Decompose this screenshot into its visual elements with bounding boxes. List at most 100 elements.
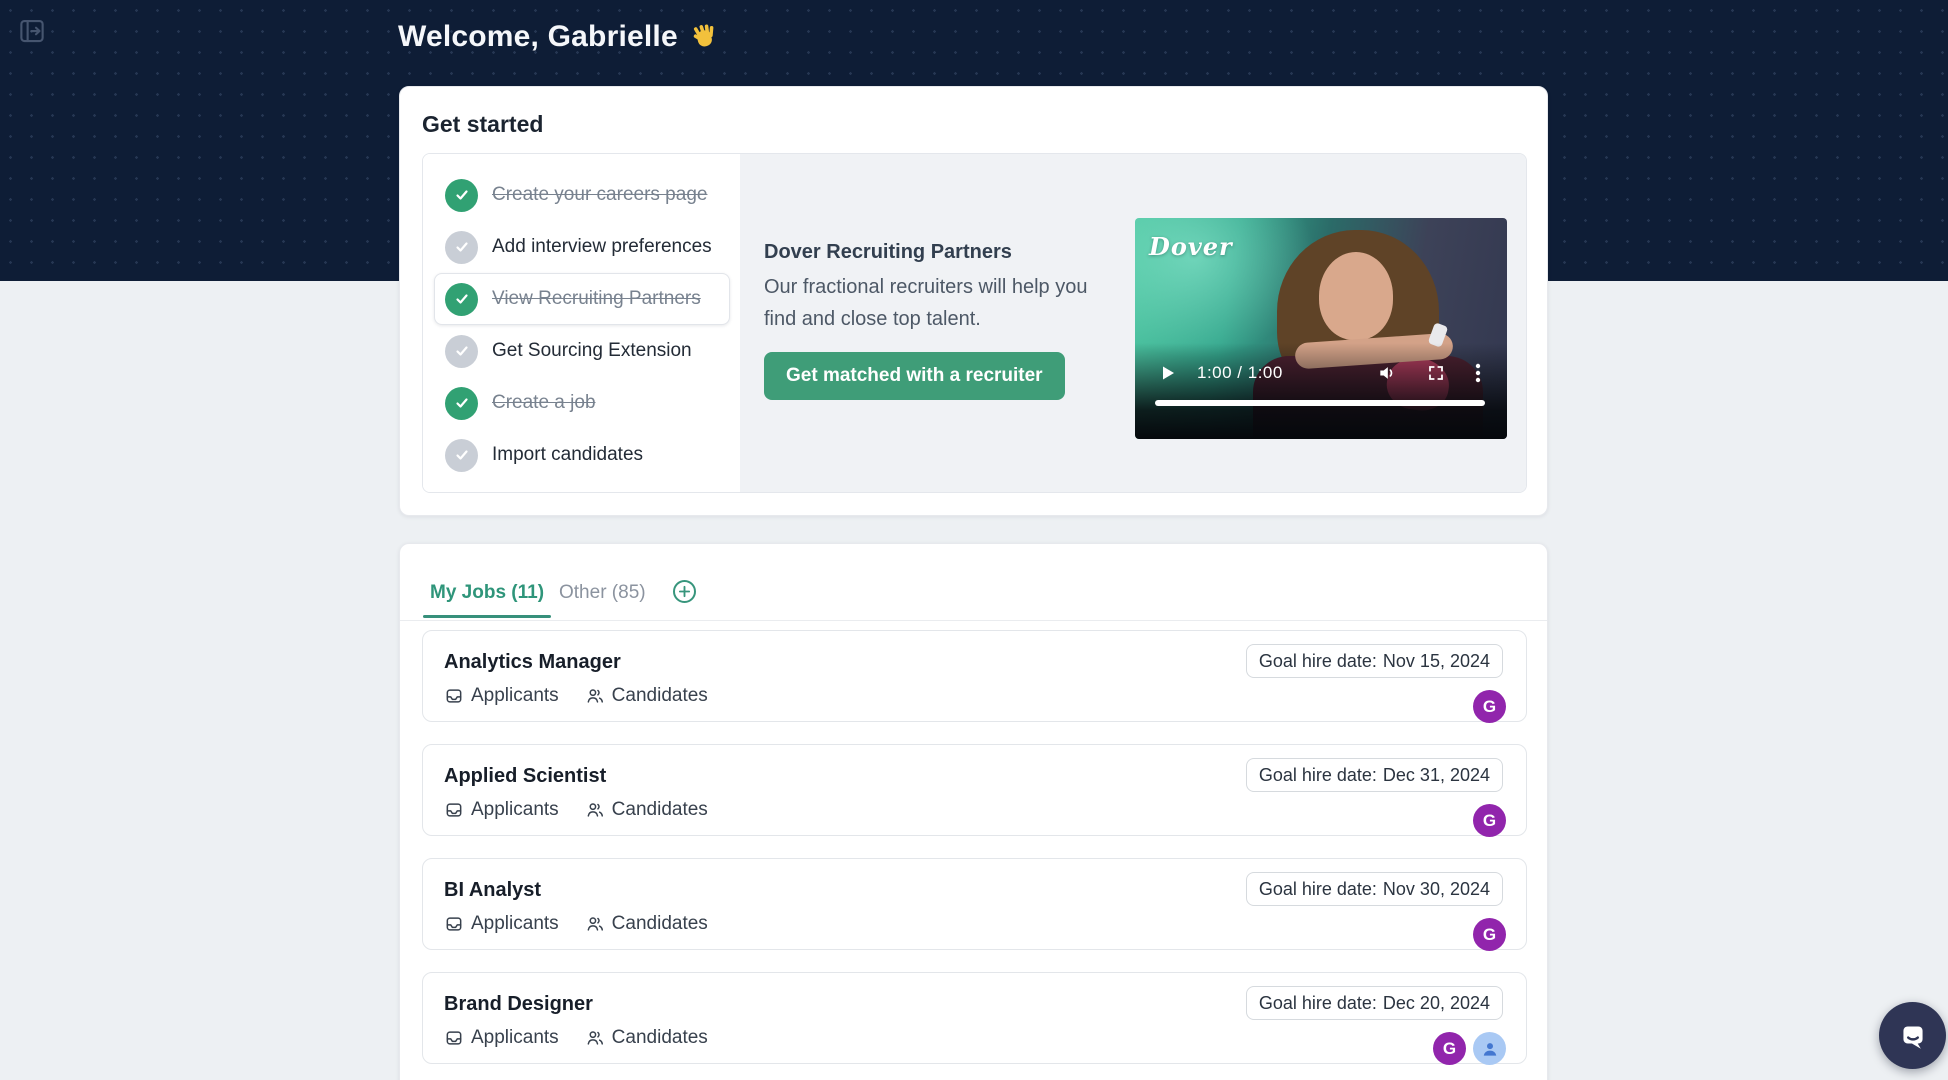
promo-body: Our fractional recruiters will help you … [764,271,1087,335]
applicants-label: Applicants [471,1027,559,1049]
people-icon [585,800,605,820]
job-row-bi-analyst[interactable]: BI Analyst Applicants Candidates Goal hi… [422,858,1527,950]
goal-date: Nov 15, 2024 [1383,651,1490,672]
applicants-link[interactable]: Applicants [444,799,559,821]
kebab-menu-icon[interactable] [1475,363,1481,383]
promo-heading: Dover Recruiting Partners [764,241,1012,264]
video-timestamp: 1:00 / 1:00 [1197,363,1283,383]
candidates-label: Candidates [612,685,708,707]
tab-my-jobs[interactable]: My Jobs (11) [423,582,551,604]
job-title: Brand Designer [444,993,593,1016]
check-todo-icon [445,231,478,264]
applicants-link[interactable]: Applicants [444,913,559,935]
video-progress-bar[interactable] [1155,400,1485,406]
video-dover-logo: Dover [1149,232,1233,261]
jobs-card: My Jobs (11) Other (85) Analytics Manage… [399,543,1548,1080]
avatar-person [1473,1032,1506,1065]
chat-bubble-icon [1896,1019,1930,1053]
tab-other-jobs[interactable]: Other (85) [559,582,646,604]
goal-hire-date-badge: Goal hire date: Dec 31, 2024 [1246,758,1503,792]
inbox-icon [444,686,464,706]
assignee-avatars: G [1473,918,1506,951]
avatar-g: G [1433,1032,1466,1065]
checklist-label: View Recruiting Partners [492,288,701,310]
jobs-tabs: My Jobs (11) Other (85) [400,544,1547,621]
goal-hire-date-badge: Goal hire date: Dec 20, 2024 [1246,986,1503,1020]
job-title: Analytics Manager [444,651,621,674]
checklist-item-careers-page[interactable]: Create your careers page [434,169,730,221]
applicants-label: Applicants [471,913,559,935]
fullscreen-icon[interactable] [1427,364,1445,382]
check-done-icon [445,387,478,420]
avatar-g: G [1473,804,1506,837]
checklist-label: Create a job [492,392,596,414]
get-started-title: Get started [422,111,543,138]
assignee-avatars: G [1473,690,1506,723]
inbox-icon [444,914,464,934]
volume-icon[interactable] [1377,363,1397,383]
checklist-item-interview-preferences[interactable]: Add interview preferences [434,221,730,273]
goal-date: Dec 31, 2024 [1383,765,1490,786]
panel-collapse-icon [17,16,47,46]
play-icon[interactable] [1159,364,1177,382]
job-row-brand-designer[interactable]: Brand Designer Applicants Candidates Goa… [422,972,1527,1064]
inbox-icon [444,800,464,820]
wave-hand-icon [690,22,720,52]
goal-hire-date-badge: Goal hire date: Nov 15, 2024 [1246,644,1503,678]
page-title: Welcome, Gabrielle [398,20,720,54]
video-person-face [1319,252,1393,340]
avatar-g: G [1473,690,1506,723]
job-title: BI Analyst [444,879,541,902]
job-title: Applied Scientist [444,765,606,788]
applicants-label: Applicants [471,799,559,821]
get-started-card: Get started Create your careers page Add… [399,86,1548,516]
people-icon [585,1028,605,1048]
checklist-item-create-job[interactable]: Create a job [434,377,730,429]
candidates-link[interactable]: Candidates [585,799,708,821]
promo-body-line1: Our fractional recruiters will help you [764,271,1087,303]
goal-label: Goal hire date: [1259,993,1377,1014]
checklist-label: Add interview preferences [492,236,712,258]
checklist-item-sourcing-extension[interactable]: Get Sourcing Extension [434,325,730,377]
assignee-avatars: G [1433,1032,1506,1065]
goal-hire-date-badge: Goal hire date: Nov 30, 2024 [1246,872,1503,906]
check-todo-icon [445,439,478,472]
goal-label: Goal hire date: [1259,765,1377,786]
goal-label: Goal hire date: [1259,651,1377,672]
check-done-icon [445,283,478,316]
job-row-applied-scientist[interactable]: Applied Scientist Applicants Candidates … [422,744,1527,836]
checklist-item-import-candidates[interactable]: Import candidates [434,429,730,481]
candidates-label: Candidates [612,799,708,821]
candidates-link[interactable]: Candidates [585,913,708,935]
assignee-avatars: G [1473,804,1506,837]
person-icon [1480,1039,1500,1059]
inbox-icon [444,1028,464,1048]
chat-launcher-button[interactable] [1879,1002,1946,1069]
sidebar-collapse-button[interactable] [16,15,48,47]
candidates-link[interactable]: Candidates [585,685,708,707]
applicants-link[interactable]: Applicants [444,1027,559,1049]
people-icon [585,914,605,934]
recruiting-video-player[interactable]: Dover 1:00 / 1:00 [1135,218,1507,439]
recruiting-partners-promo: Dover Recruiting Partners Our fractional… [740,154,1526,492]
add-job-button[interactable] [673,580,696,603]
goal-date: Nov 30, 2024 [1383,879,1490,900]
checklist-item-recruiting-partners[interactable]: View Recruiting Partners [434,273,730,325]
people-icon [585,686,605,706]
video-controls-bar: 1:00 / 1:00 [1135,358,1507,388]
checklist-label: Create your careers page [492,184,707,206]
job-links: Applicants Candidates [444,799,708,821]
job-row-analytics-manager[interactable]: Analytics Manager Applicants Candidates … [422,630,1527,722]
candidates-link[interactable]: Candidates [585,1027,708,1049]
get-started-panel: Create your careers page Add interview p… [422,153,1527,493]
get-matched-button[interactable]: Get matched with a recruiter [764,352,1065,400]
promo-body-line2: find and close top talent. [764,303,1087,335]
applicants-label: Applicants [471,685,559,707]
applicants-link[interactable]: Applicants [444,685,559,707]
checklist-label: Import candidates [492,444,643,466]
candidates-label: Candidates [612,913,708,935]
checklist-label: Get Sourcing Extension [492,340,692,362]
candidates-label: Candidates [612,1027,708,1049]
job-links: Applicants Candidates [444,1027,708,1049]
onboarding-checklist: Create your careers page Add interview p… [423,154,740,492]
